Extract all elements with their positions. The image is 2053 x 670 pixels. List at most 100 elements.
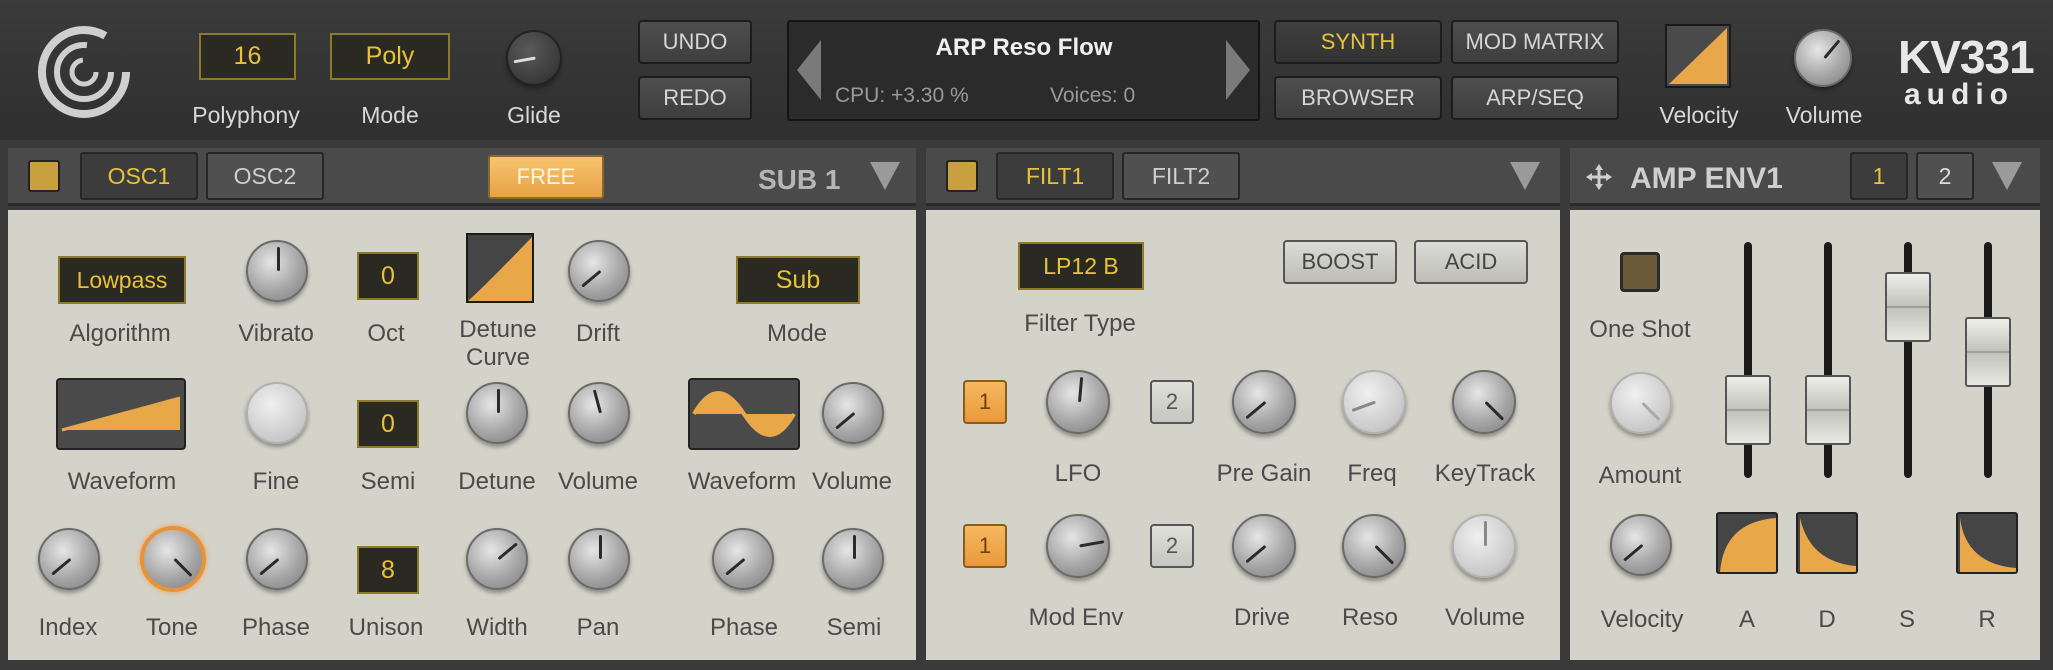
- release-curve-button[interactable]: [1956, 512, 2018, 574]
- filter-menu-icon[interactable]: [1510, 162, 1540, 190]
- tab-mod-matrix[interactable]: MOD MATRIX: [1451, 20, 1619, 64]
- boost-button[interactable]: BOOST: [1283, 240, 1397, 284]
- decay-slider[interactable]: [1805, 374, 1851, 445]
- drive-knob[interactable]: [1232, 514, 1296, 578]
- detune-curve-label-1: Detune: [459, 316, 537, 343]
- one-shot-toggle[interactable]: [1620, 252, 1660, 292]
- tab-arp-seq[interactable]: ARP/SEQ: [1451, 76, 1619, 120]
- vibrato-knob[interactable]: [246, 240, 308, 302]
- detune-curve-label-2: Curve: [465, 344, 531, 371]
- release-slider[interactable]: [1965, 316, 2011, 387]
- pan-knob[interactable]: [568, 528, 630, 590]
- index-knob[interactable]: [38, 528, 100, 590]
- waveform-select[interactable]: [56, 378, 186, 450]
- filter-type-select[interactable]: LP12 B: [1018, 242, 1144, 290]
- detune-knob[interactable]: [466, 382, 528, 444]
- reso-knob[interactable]: [1342, 514, 1406, 578]
- sub-volume-knob[interactable]: [822, 382, 884, 444]
- sustain-slider[interactable]: [1885, 271, 1931, 342]
- attack-curve-button[interactable]: [1716, 512, 1778, 574]
- prev-preset-icon[interactable]: [797, 40, 821, 100]
- attack-slider[interactable]: [1725, 374, 1771, 445]
- osc-menu-icon[interactable]: [870, 162, 900, 190]
- amp-menu-icon[interactable]: [1992, 162, 2022, 190]
- velocity-curve-button[interactable]: [1665, 24, 1731, 88]
- volume-osc-label: Volume: [557, 468, 639, 495]
- volume-label: Volume: [1785, 102, 1863, 128]
- mod-env-1-button[interactable]: 1: [963, 524, 1007, 568]
- width-label: Width: [466, 614, 528, 641]
- fine-knob[interactable]: [246, 382, 308, 444]
- preset-name[interactable]: ARP Reso Flow: [830, 34, 1218, 62]
- decay-curve-button[interactable]: [1796, 512, 1858, 574]
- width-knob[interactable]: [466, 528, 528, 590]
- keytrack-knob[interactable]: [1452, 370, 1516, 434]
- tab-filt2[interactable]: FILT2: [1122, 152, 1240, 200]
- app-logo[interactable]: [36, 24, 132, 120]
- move-icon[interactable]: [1584, 162, 1614, 192]
- tab-osc2[interactable]: OSC2: [206, 152, 324, 200]
- phase-knob[interactable]: [246, 528, 308, 590]
- sub-phase-label: Phase: [709, 614, 779, 641]
- tone-label: Tone: [145, 614, 199, 641]
- one-shot-label: One Shot: [1589, 316, 1691, 343]
- amp-title: AMP ENV1: [1630, 162, 1783, 195]
- oct-display[interactable]: 0: [357, 252, 419, 300]
- algorithm-label: Algorithm: [69, 320, 171, 347]
- phase-label: Phase: [241, 614, 311, 641]
- freq-knob[interactable]: [1342, 370, 1406, 434]
- sub-waveform-select[interactable]: [688, 378, 800, 450]
- acid-button[interactable]: ACID: [1414, 240, 1528, 284]
- filter-type-label: Filter Type: [1024, 310, 1136, 337]
- tone-knob[interactable]: [140, 526, 206, 592]
- lfo-2-button[interactable]: 2: [1150, 380, 1194, 424]
- unison-display[interactable]: 8: [357, 546, 419, 594]
- polyphony-display[interactable]: 16: [199, 33, 296, 80]
- keytrack-label: KeyTrack: [1434, 460, 1536, 487]
- lfo-1-button[interactable]: 1: [963, 380, 1007, 424]
- mod-env-2-button[interactable]: 2: [1150, 524, 1194, 568]
- pan-label: Pan: [576, 614, 620, 641]
- filter-volume-knob[interactable]: [1452, 514, 1516, 578]
- tab-osc1[interactable]: OSC1: [80, 152, 198, 200]
- amp-velocity-knob[interactable]: [1610, 514, 1672, 576]
- fine-label: Fine: [252, 468, 300, 495]
- sub-waveform-label: Waveform: [687, 468, 797, 495]
- tab-synth[interactable]: SYNTH: [1274, 20, 1442, 64]
- semi-label: Semi: [360, 468, 416, 495]
- sub-mode-select[interactable]: Sub: [736, 256, 860, 304]
- brand-logo-bottom: audio: [1904, 78, 2014, 111]
- oct-label: Oct: [367, 320, 405, 347]
- filter-enable-toggle[interactable]: [946, 160, 978, 192]
- glide-knob[interactable]: [506, 30, 562, 86]
- drift-knob[interactable]: [568, 240, 630, 302]
- amp-env2-button[interactable]: 2: [1916, 152, 1974, 200]
- redo-button[interactable]: REDO: [638, 76, 752, 120]
- sub-semi-label: Semi: [826, 614, 882, 641]
- mode-display[interactable]: Poly: [330, 33, 450, 80]
- detune-curve-button[interactable]: [466, 233, 534, 303]
- filter-volume-label: Volume: [1444, 604, 1526, 631]
- semi-display[interactable]: 0: [357, 400, 419, 448]
- osc-enable-toggle[interactable]: [28, 160, 60, 192]
- drive-label: Drive: [1233, 604, 1291, 631]
- volume-knob[interactable]: [1794, 29, 1852, 87]
- volume-osc-knob[interactable]: [568, 382, 630, 444]
- algorithm-select[interactable]: Lowpass: [58, 256, 186, 304]
- next-preset-icon[interactable]: [1226, 40, 1250, 100]
- mod-env-knob[interactable]: [1046, 514, 1110, 578]
- pre-gain-knob[interactable]: [1232, 370, 1296, 434]
- waveform-label: Waveform: [67, 468, 177, 495]
- sub-phase-knob[interactable]: [712, 528, 774, 590]
- voices-readout: Voices: 0: [1050, 84, 1136, 107]
- tab-browser[interactable]: BROWSER: [1274, 76, 1442, 120]
- sustain-label: S: [1898, 606, 1916, 633]
- sub-semi-knob[interactable]: [822, 528, 884, 590]
- amp-env1-button[interactable]: 1: [1850, 152, 1908, 200]
- tab-filt1[interactable]: FILT1: [996, 152, 1114, 200]
- free-button[interactable]: FREE: [488, 155, 604, 199]
- drift-label: Drift: [576, 320, 620, 347]
- amount-knob[interactable]: [1610, 372, 1672, 434]
- lfo-knob[interactable]: [1046, 370, 1110, 434]
- undo-button[interactable]: UNDO: [638, 20, 752, 64]
